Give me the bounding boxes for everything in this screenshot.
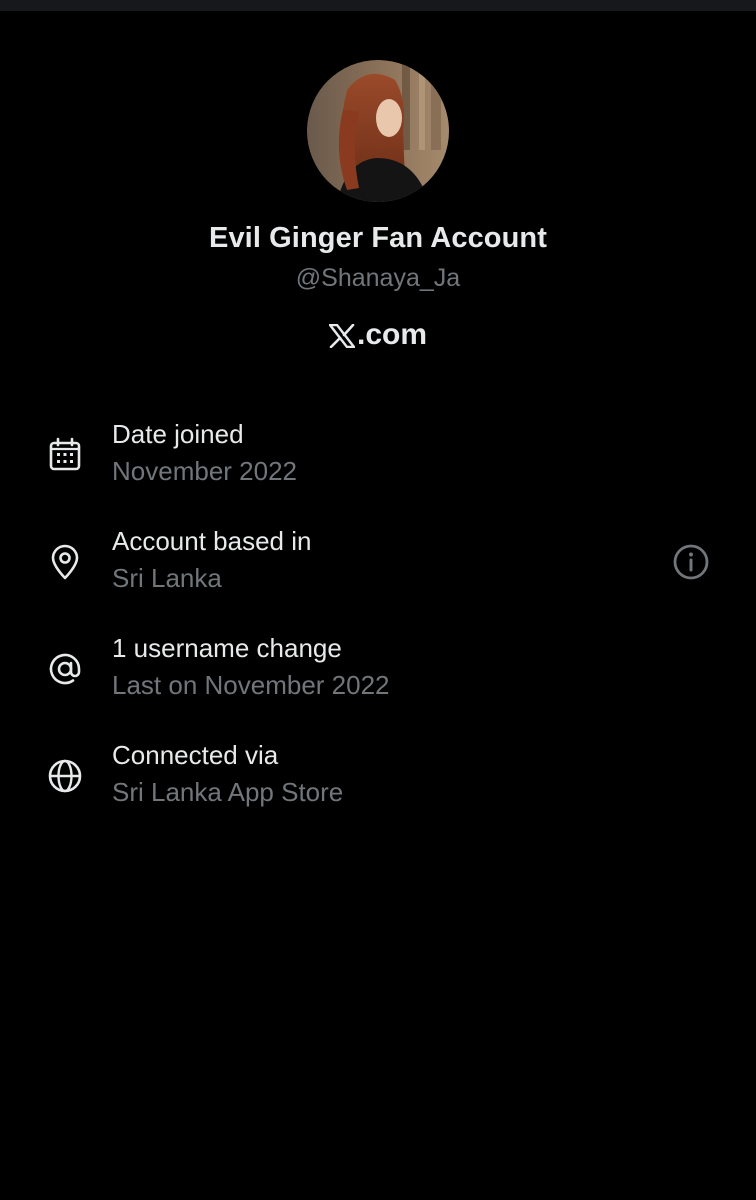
detail-value: Sri Lanka App Store <box>112 777 344 807</box>
profile-photo <box>307 60 449 202</box>
username-handle: @Shanaya_Ja <box>295 264 461 292</box>
detail-row-account-location: Account based in Sri Lanka <box>0 522 756 629</box>
calendar-icon <box>49 437 81 471</box>
detail-title: Account based in <box>112 526 312 556</box>
display-name: Evil Ginger Fan Account <box>209 222 547 254</box>
x-logo-icon <box>328 324 355 348</box>
detail-row-date-joined: Date joined November 2022 <box>0 415 756 522</box>
detail-title: 1 username change <box>112 633 342 663</box>
avatar[interactable] <box>307 60 449 202</box>
info-icon[interactable] <box>670 541 712 583</box>
detail-value: Sri Lanka <box>112 563 222 593</box>
location-pin-icon <box>51 544 79 580</box>
detail-value: November 2022 <box>112 456 297 486</box>
status-bar <box>0 0 756 11</box>
globe-icon <box>48 759 82 793</box>
detail-row-connected-via: Connected via Sri Lanka App Store <box>0 736 756 843</box>
account-details-list: Date joined November 2022 Account based … <box>0 415 756 843</box>
detail-title: Connected via <box>112 740 279 770</box>
platform-domain: .com <box>356 318 428 351</box>
detail-value: Last on November 2022 <box>112 670 390 700</box>
detail-row-username-changes: 1 username change Last on November 2022 <box>0 629 756 736</box>
platform-name: .com <box>0 318 756 352</box>
at-sign-icon <box>49 653 81 685</box>
detail-title: Date joined <box>112 419 244 449</box>
